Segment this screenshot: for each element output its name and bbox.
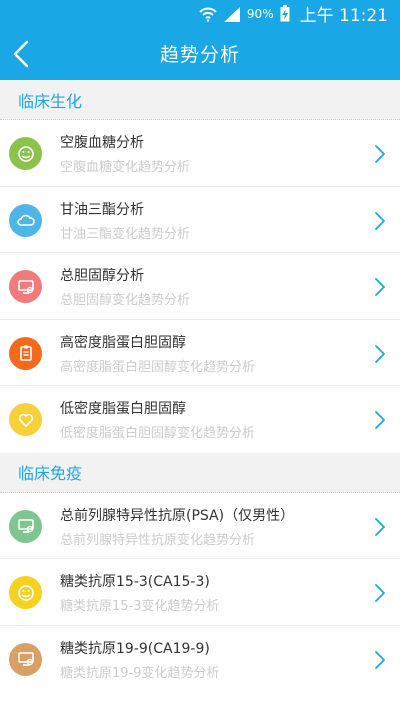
item-title: 高密度脂蛋白胆固醇	[60, 334, 186, 351]
cloud-icon	[9, 203, 42, 237]
face-icon	[9, 137, 42, 170]
item-title: 空腹血糖分析	[60, 135, 144, 151]
back-arrow-icon[interactable]	[10, 39, 34, 69]
item-title: 糖类抗原19-9(CA19-9)	[60, 640, 210, 657]
chevron-right-icon	[375, 344, 385, 363]
clock: 上午 11:21	[299, 6, 388, 26]
page-title: 趋势分析	[159, 44, 240, 66]
header: 趋势分析	[0, 27, 400, 80]
item-subtitle: 高密度脂蛋白胆固醇变化趋势分析	[60, 359, 256, 375]
chevron-right-icon	[375, 584, 385, 602]
list-item[interactable]: 空腹血糖分析 空腹血糖变化趋势分析	[0, 120, 400, 187]
chevron-right-icon	[375, 211, 385, 230]
list-item[interactable]: 高密度脂蛋白胆固醇 高密度脂蛋白胆固醇变化趋势分析	[0, 320, 400, 386]
chevron-right-icon	[375, 278, 385, 296]
chevron-right-icon	[375, 411, 385, 429]
section-list: 总前列腺特异性抗原(PSA)（仅男性） 总前列腺特异性抗原变化趋势分析 糖类抗原…	[0, 493, 400, 693]
item-title: 低密度脂蛋白胆固醇	[60, 401, 186, 417]
item-title: 总前列腺特异性抗原(PSA)（仅男性）	[60, 507, 295, 524]
status-bar: 90% 上午 11:21	[0, 0, 400, 27]
chevron-right-icon	[375, 145, 385, 163]
battery-charging-icon	[280, 5, 290, 22]
heart-icon	[9, 403, 42, 436]
monitor-icon	[9, 270, 42, 303]
item-title: 甘油三酯分析	[60, 201, 144, 218]
signal-icon	[223, 6, 240, 22]
monitor-icon	[9, 509, 42, 543]
list-item[interactable]: 总前列腺特异性抗原(PSA)（仅男性） 总前列腺特异性抗原变化趋势分析	[0, 493, 400, 559]
chevron-right-icon	[375, 650, 385, 669]
list-item[interactable]: 糖类抗原15-3(CA15-3) 糖类抗原15-3变化趋势分析	[0, 559, 400, 626]
face-icon	[9, 576, 42, 609]
clipboard-icon	[9, 336, 42, 370]
section-title: 临床免疫	[18, 464, 83, 483]
item-title: 糖类抗原15-3(CA15-3)	[60, 574, 210, 590]
item-subtitle: 总胆固醇变化趋势分析	[60, 293, 191, 308]
list-item[interactable]: 糖类抗原19-9(CA19-9) 糖类抗原19-9变化趋势分析	[0, 626, 400, 693]
item-subtitle: 低密度脂蛋白胆固醇变化趋势分析	[60, 426, 256, 441]
section-list: 空腹血糖分析 空腹血糖变化趋势分析 甘油三酯分析 甘油三酯变化趋势分析 总胆固醇…	[0, 120, 400, 453]
item-subtitle: 甘油三酯变化趋势分析	[60, 226, 191, 242]
list-item[interactable]: 低密度脂蛋白胆固醇 低密度脂蛋白胆固醇变化趋势分析	[0, 386, 400, 453]
section-header: 临床生化	[0, 80, 400, 120]
battery-level: 90%	[246, 6, 274, 21]
list-item[interactable]: 甘油三酯分析 甘油三酯变化趋势分析	[0, 187, 400, 253]
chevron-right-icon	[375, 517, 385, 536]
section-title: 临床生化	[18, 91, 83, 111]
analysis-list: 临床生化 空腹血糖分析 空腹血糖变化趋势分析 甘油三酯分析 甘油三酯变化趋势分析…	[0, 80, 400, 692]
list-item[interactable]: 总胆固醇分析 总胆固醇变化趋势分析	[0, 253, 400, 320]
item-subtitle: 糖类抗原19-9变化趋势分析	[60, 665, 220, 681]
item-subtitle: 总前列腺特异性抗原变化趋势分析	[60, 532, 256, 548]
item-subtitle: 糖类抗原15-3变化趋势分析	[60, 599, 220, 614]
monitor-icon	[9, 642, 42, 676]
item-title: 总胆固醇分析	[60, 268, 144, 284]
section-header: 临床免疫	[0, 452, 400, 493]
item-subtitle: 空腹血糖变化趋势分析	[60, 160, 191, 175]
wifi-icon	[199, 7, 217, 22]
